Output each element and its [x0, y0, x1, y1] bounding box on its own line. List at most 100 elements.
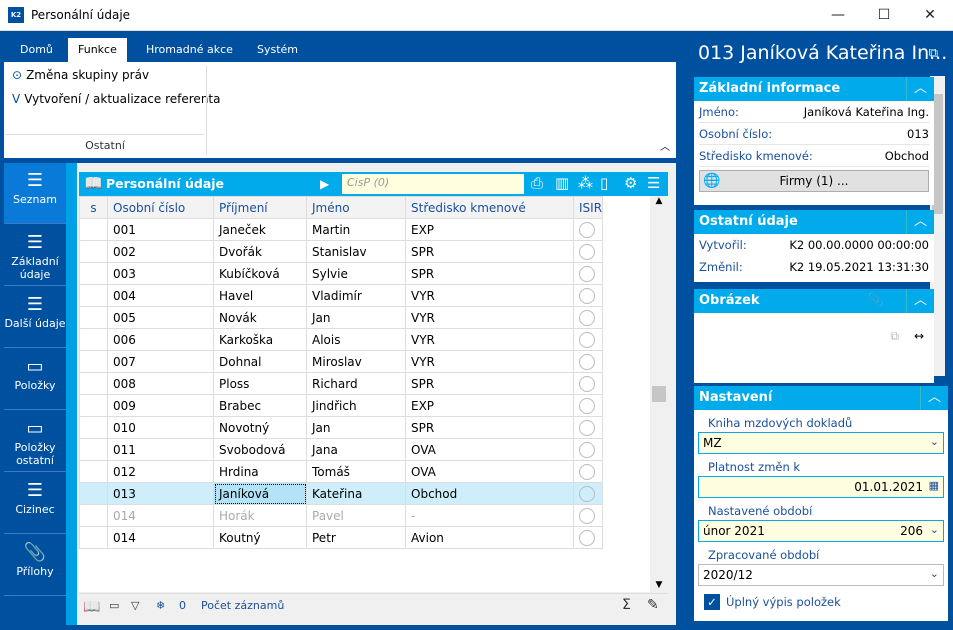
- cell-osobni-cislo[interactable]: 003: [107, 262, 214, 285]
- collapse-icon[interactable]: ︿: [920, 386, 948, 410]
- table-row[interactable]: 006 Karkoška Alois VYR: [79, 328, 604, 351]
- sidebar-item-dalsi-udaje[interactable]: ☰ Další údaje: [4, 287, 66, 348]
- cell-jmeno[interactable]: Jan: [306, 416, 406, 439]
- cell-osobni-cislo[interactable]: 010: [107, 416, 214, 439]
- table-row[interactable]: 005 Novák Jan VYR: [79, 306, 604, 329]
- sidebar-item-cizinec[interactable]: ☰ Cizinec: [4, 473, 66, 534]
- collapse-icon[interactable]: ︿: [906, 210, 934, 234]
- close-button[interactable]: ✕: [907, 0, 953, 31]
- chart-icon[interactable]: ▥: [555, 174, 569, 192]
- cell-prijmeni[interactable]: Novák: [213, 306, 307, 329]
- cell-jmeno[interactable]: Martin: [306, 218, 406, 241]
- cell-stredisko[interactable]: VYR: [405, 284, 574, 307]
- dropdown-icon[interactable]: ⌄: [930, 523, 939, 536]
- cell-jmeno[interactable]: Kateřina: [306, 482, 406, 505]
- cell-prijmeni[interactable]: Svobodová: [213, 438, 307, 461]
- cell-isir[interactable]: [572, 306, 604, 329]
- cell-isir[interactable]: [572, 328, 604, 351]
- cell-isir[interactable]: [572, 504, 604, 527]
- table-row[interactable]: 013 Janíková Kateřina Obchod: [79, 482, 604, 505]
- scroll-thumb[interactable]: [652, 386, 666, 402]
- collapse-icon[interactable]: ︿: [906, 289, 934, 313]
- table-row[interactable]: 004 Havel Vladimír VYR: [79, 284, 604, 307]
- table-row[interactable]: 007 Dohnal Miroslav VYR: [79, 350, 604, 373]
- cell-prijmeni[interactable]: Koutný: [213, 526, 307, 549]
- sidebar-item-prilohy[interactable]: 📎 Přílohy: [4, 535, 66, 596]
- filter-icon[interactable]: ▽: [131, 599, 139, 612]
- scroll-up-icon[interactable]: ▲: [650, 196, 668, 206]
- radio-icon[interactable]: [579, 353, 595, 370]
- minimize-button[interactable]: —: [815, 0, 861, 31]
- cell-prijmeni[interactable]: Horák: [213, 504, 307, 527]
- radio-icon[interactable]: [579, 375, 595, 392]
- cell-osobni-cislo[interactable]: 014: [107, 504, 214, 527]
- valid-date-input[interactable]: 01.01.2021 ▦: [698, 476, 944, 498]
- cell-osobni-cislo[interactable]: 011: [107, 438, 214, 461]
- cell-stredisko[interactable]: Avion: [405, 526, 574, 549]
- cubes-icon[interactable]: ⁂: [578, 174, 593, 192]
- play-icon[interactable]: ▶: [320, 177, 329, 191]
- cell-stredisko[interactable]: EXP: [405, 218, 574, 241]
- radio-icon[interactable]: [579, 243, 595, 260]
- cell-stredisko[interactable]: SPR: [405, 372, 574, 395]
- cell-isir[interactable]: [572, 284, 604, 307]
- table-row[interactable]: 003 Kubíčková Sylvie SPR: [79, 262, 604, 285]
- table-row[interactable]: 008 Ploss Richard SPR: [79, 372, 604, 395]
- cell-stredisko[interactable]: SPR: [405, 240, 574, 263]
- paperclip-icon[interactable]: 📎: [868, 293, 884, 308]
- radio-icon[interactable]: [579, 309, 595, 326]
- sidebar-item-polozky[interactable]: ▭ Položky: [4, 349, 66, 410]
- cell-prijmeni[interactable]: Brabec: [213, 394, 307, 417]
- cell-osobni-cislo[interactable]: 005: [107, 306, 214, 329]
- fit-width-icon[interactable]: ↔: [914, 329, 924, 343]
- cell-osobni-cislo[interactable]: 013: [107, 482, 214, 505]
- cell-osobni-cislo[interactable]: 009: [107, 394, 214, 417]
- cell-osobni-cislo[interactable]: 002: [107, 240, 214, 263]
- tab-funkce[interactable]: Funkce: [68, 38, 127, 62]
- radio-icon[interactable]: [579, 529, 595, 546]
- record-count-label[interactable]: Počet záznamů: [201, 599, 284, 612]
- cell-isir[interactable]: [572, 460, 604, 483]
- col-stredisko[interactable]: Středisko kmenové: [405, 196, 574, 219]
- maximize-button[interactable]: ☐: [861, 0, 907, 31]
- gear-icon[interactable]: ⚙: [624, 174, 637, 192]
- cell-prijmeni[interactable]: Ploss: [213, 372, 307, 395]
- cell-stredisko[interactable]: VYR: [405, 306, 574, 329]
- table-row[interactable]: 002 Dvořák Stanislav SPR: [79, 240, 604, 263]
- full-list-checkbox[interactable]: ✓ Úplný výpis položek: [704, 594, 938, 610]
- archive-icon[interactable]: ▭: [109, 599, 119, 612]
- cell-jmeno[interactable]: Tomáš: [306, 460, 406, 483]
- col-prijmeni[interactable]: Příjmení: [213, 196, 307, 219]
- cell-stredisko[interactable]: EXP: [405, 394, 574, 417]
- dropdown-icon[interactable]: ⌄: [930, 567, 939, 580]
- cell-osobni-cislo[interactable]: 008: [107, 372, 214, 395]
- cell-isir[interactable]: [572, 240, 604, 263]
- radio-icon[interactable]: [579, 221, 595, 238]
- radio-icon[interactable]: [579, 441, 595, 458]
- cell-jmeno[interactable]: Richard: [306, 372, 406, 395]
- cell-jmeno[interactable]: Alois: [306, 328, 406, 351]
- processed-period-select[interactable]: 2020/12 ⌄: [698, 564, 944, 586]
- cell-stredisko[interactable]: OVA: [405, 438, 574, 461]
- cell-jmeno[interactable]: Petr: [306, 526, 406, 549]
- book-select[interactable]: MZ ⌄: [698, 432, 944, 454]
- cell-osobni-cislo[interactable]: 004: [107, 284, 214, 307]
- cell-jmeno[interactable]: Jan: [306, 306, 406, 329]
- cell-prijmeni[interactable]: Janeček: [213, 218, 307, 241]
- cell-prijmeni[interactable]: Hrdina: [213, 460, 307, 483]
- cell-jmeno[interactable]: Miroslav: [306, 350, 406, 373]
- table-row[interactable]: 001 Janeček Martin EXP: [79, 218, 604, 241]
- period-select[interactable]: únor 2021 206 ⌄: [698, 520, 944, 542]
- cell-osobni-cislo[interactable]: 001: [107, 218, 214, 241]
- search-input[interactable]: CisP (0): [342, 174, 524, 194]
- snowflake-icon[interactable]: ❄: [156, 599, 165, 612]
- cell-isir[interactable]: [572, 218, 604, 241]
- print-icon[interactable]: ⎙: [531, 174, 543, 192]
- change-rights-group-button[interactable]: ⊙ Změna skupiny práv: [12, 68, 149, 82]
- radio-icon[interactable]: [579, 331, 595, 348]
- radio-icon[interactable]: [579, 287, 595, 304]
- cell-osobni-cislo[interactable]: 006: [107, 328, 214, 351]
- cell-isir[interactable]: [572, 438, 604, 461]
- radio-icon[interactable]: [579, 485, 595, 502]
- columns-icon[interactable]: ▯: [600, 174, 608, 192]
